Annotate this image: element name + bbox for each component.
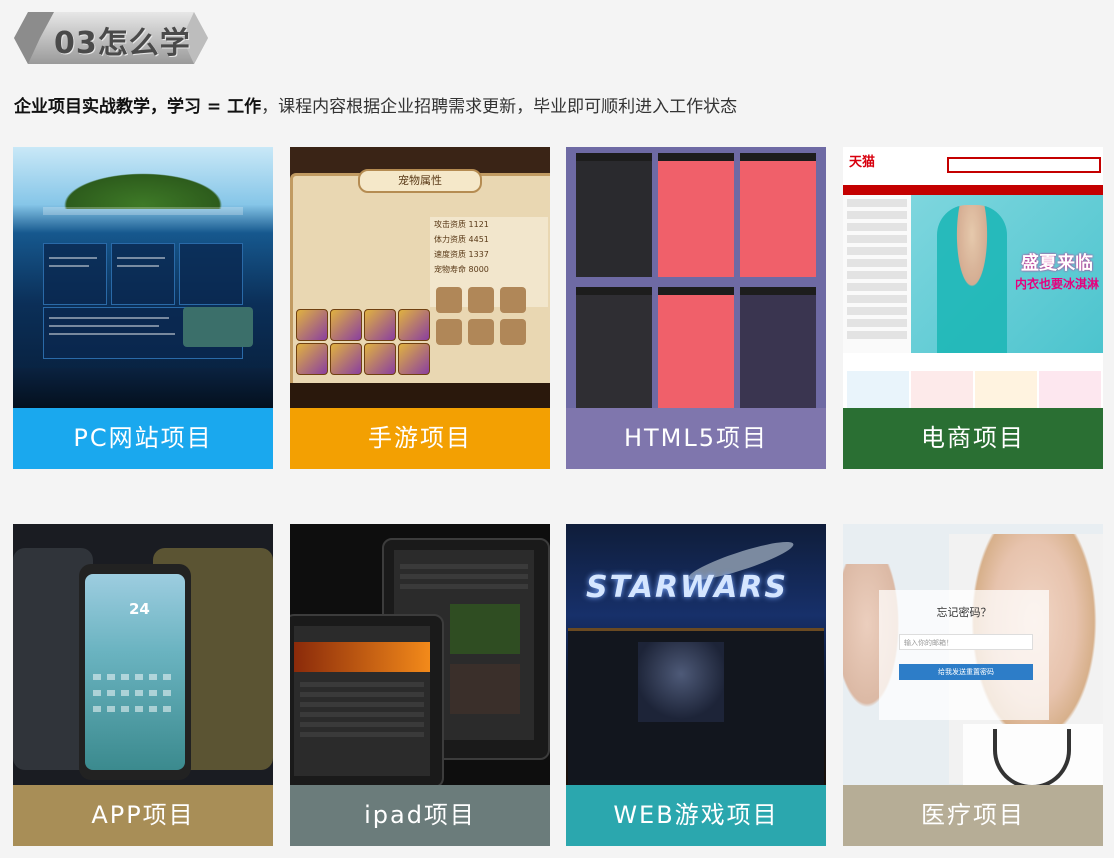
card-ipad[interactable]: ipad项目 — [290, 524, 550, 846]
game-stat: 速度资质 1337 — [434, 250, 489, 259]
ipad-thumbnail — [290, 524, 550, 785]
web-game-logo: STARWARS — [586, 570, 789, 605]
section-badge: 03怎么学 — [14, 12, 208, 64]
card-label: 电商项目 — [843, 408, 1103, 469]
card-label: WEB游戏项目 — [566, 785, 826, 846]
game-stat: 体力资质 4451 — [434, 235, 489, 244]
pc-website-thumbnail — [13, 147, 273, 408]
game-stat: 攻击资质 1121 — [434, 220, 489, 229]
intro-bold: 企业项目实战教学，学习 = 工作 — [14, 97, 262, 117]
card-label: 手游项目 — [290, 408, 550, 469]
card-label: APP项目 — [13, 785, 273, 846]
app-thumbnail: 24 — [13, 524, 273, 785]
card-ecommerce[interactable]: 天猫 盛夏来临 内衣也要冰淇淋 电商项目 — [843, 147, 1103, 469]
ecommerce-thumbnail: 天猫 盛夏来临 内衣也要冰淇淋 — [843, 147, 1103, 408]
card-label: 医疗项目 — [843, 785, 1103, 846]
forgot-password-dialog: 忘记密码？ 输入你的邮箱！ 给我发送重置密码 — [879, 590, 1049, 720]
card-mobile-game[interactable]: 宠物属性 攻击资质 1121 体力资质 4451 速度资质 1337 宠物寿命 … — [290, 147, 550, 469]
card-label: HTML5项目 — [566, 408, 826, 469]
dialog-email-input: 输入你的邮箱！ — [899, 634, 1033, 650]
shop-banner-sub: 内衣也要冰淇淋 — [1015, 277, 1100, 291]
game-stat: 宠物寿命 8000 — [434, 265, 489, 274]
card-medical[interactable]: 忘记密码？ 输入你的邮箱！ 给我发送重置密码 医疗项目 — [843, 524, 1103, 846]
card-label: PC网站项目 — [13, 408, 273, 469]
game-panel-title: 宠物属性 — [358, 169, 482, 193]
badge-title: 03怎么学 — [54, 26, 191, 61]
card-pc-website[interactable]: PC网站项目 — [13, 147, 273, 469]
dialog-reset-button: 给我发送重置密码 — [899, 664, 1033, 680]
card-html5[interactable]: HTML5项目 — [566, 147, 826, 469]
intro-rest: ，课程内容根据企业招聘需求更新，毕业即可顺利进入工作状态 — [261, 97, 738, 117]
mobile-game-thumbnail: 宠物属性 攻击资质 1121 体力资质 4451 速度资质 1337 宠物寿命 … — [290, 147, 550, 408]
html5-thumbnail — [566, 147, 826, 408]
shop-logo: 天猫 — [849, 155, 876, 170]
card-web-game[interactable]: STARWARS WEB游戏项目 — [566, 524, 826, 846]
shop-banner-headline: 盛夏来临 — [1021, 253, 1093, 274]
app-date-number: 24 — [129, 600, 150, 618]
medical-thumbnail: 忘记密码？ 输入你的邮箱！ 给我发送重置密码 — [843, 524, 1103, 785]
web-game-thumbnail: STARWARS — [566, 524, 826, 785]
dialog-title: 忘记密码？ — [936, 606, 992, 619]
intro-text: 企业项目实战教学，学习 = 工作，课程内容根据企业招聘需求更新，毕业即可顺利进入… — [14, 92, 737, 117]
card-app[interactable]: 24 APP项目 — [13, 524, 273, 846]
card-label: ipad项目 — [290, 785, 550, 846]
